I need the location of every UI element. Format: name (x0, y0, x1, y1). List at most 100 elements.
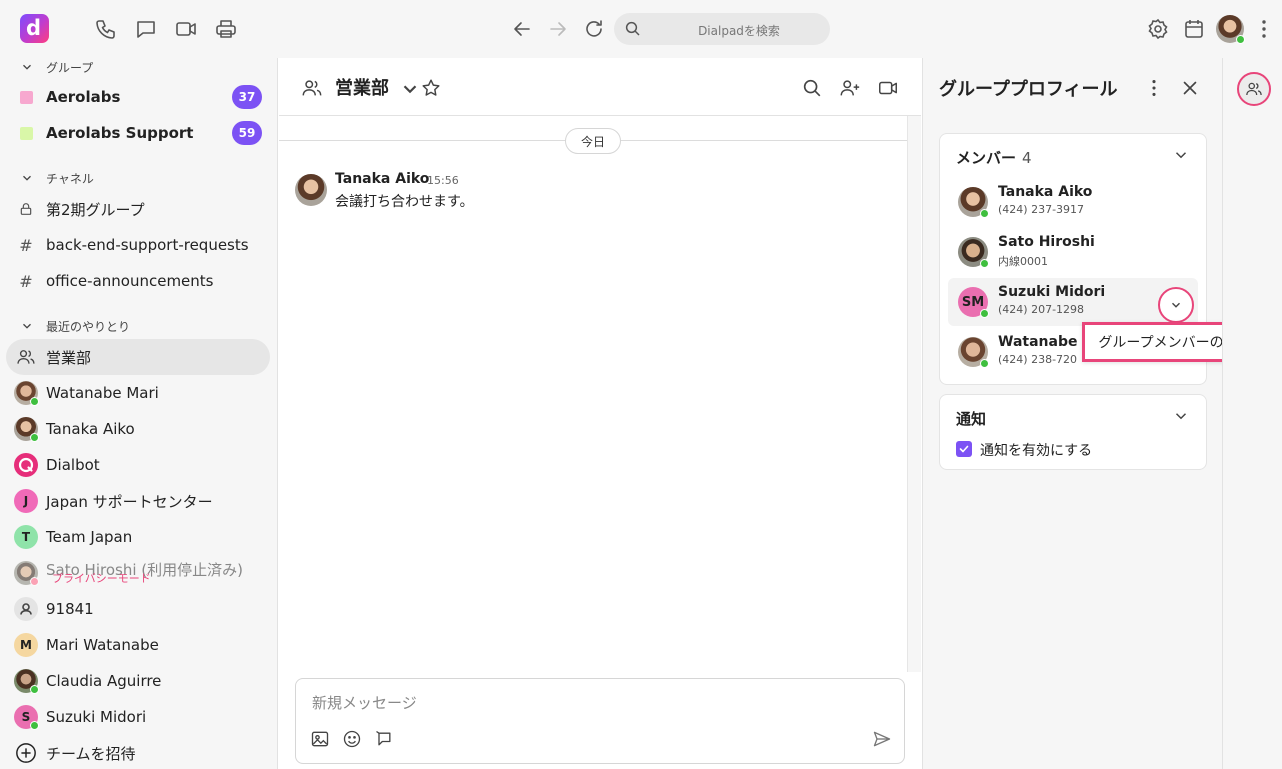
sidebar-item-tanaka-aiko[interactable]: Tanaka Aiko (6, 411, 270, 447)
sidebar-item-claudia-aguirre[interactable]: Claudia Aguirre (6, 663, 270, 699)
emoji-icon[interactable] (342, 729, 362, 749)
avatar: J (14, 489, 38, 513)
group-color-swatch (19, 126, 33, 140)
right-rail (1222, 58, 1282, 769)
plus-circle-icon (14, 741, 38, 765)
avatar (14, 669, 39, 694)
video-icon[interactable] (174, 17, 198, 41)
online-status-dot (30, 433, 39, 442)
panel-title: グループプロフィール (939, 79, 1118, 100)
sidebar: グループ Aerolabs 37 Aerolabs Support 59 チャネ… (0, 58, 278, 769)
star-icon[interactable] (420, 77, 442, 99)
privacy-mode-label: プライバシーモード (52, 572, 151, 585)
settings-icon[interactable] (1146, 17, 1170, 41)
message-input[interactable] (312, 691, 872, 715)
printer-icon[interactable] (214, 17, 238, 41)
close-icon[interactable] (1179, 77, 1201, 99)
member-options-button[interactable] (1158, 287, 1194, 323)
sidebar-item-dialbot[interactable]: Dialbot (6, 447, 270, 483)
members-header[interactable]: メンバー 4 (956, 147, 1032, 168)
calendar-icon[interactable] (1182, 17, 1206, 41)
avatar (958, 187, 989, 218)
message-author[interactable]: Tanaka Aiko (335, 171, 429, 187)
chat-header: 営業部 (279, 58, 921, 116)
user-avatar[interactable] (1216, 15, 1245, 44)
more-icon[interactable] (1252, 17, 1276, 41)
sidebar-item-mari-watanabe[interactable]: M Mari Watanabe (6, 627, 270, 663)
member-row[interactable]: Sato Hiroshi 内線0001 (948, 228, 1198, 276)
refresh-icon[interactable] (582, 17, 606, 41)
sidebar-item-aerolabs-support[interactable]: Aerolabs Support 59 (6, 115, 270, 151)
online-status-dot (30, 721, 39, 730)
notifications-header[interactable]: 通知 (956, 408, 986, 429)
sidebar-item-japan-support-center[interactable]: J Japan サポートセンター (6, 483, 270, 519)
online-status-dot (980, 209, 989, 218)
message-avatar[interactable] (295, 174, 327, 206)
online-status-dot (30, 685, 39, 694)
search-bar[interactable]: Dialpadを検索 (614, 13, 830, 45)
sidebar-item-sato-hiroshi[interactable]: Sato Hiroshi (利用停止済み) プライバシーモード (6, 555, 270, 591)
chevron-down-icon[interactable] (399, 78, 417, 94)
back-arrow-icon[interactable] (510, 17, 534, 41)
top-bar: d Dialpadを検索 (0, 0, 1282, 58)
scrollbar[interactable] (907, 116, 921, 672)
avatar: T (14, 525, 38, 549)
sidebar-item-channel-announcements[interactable]: # office-announcements (6, 263, 270, 299)
gif-sticker-icon[interactable] (374, 729, 394, 749)
sidebar-item-channel-2nd-group[interactable]: 第2期グループ (6, 191, 270, 227)
avatar: S (14, 705, 39, 730)
forward-arrow-icon[interactable] (546, 17, 570, 41)
sidebar-item-suzuki-midori[interactable]: S Suzuki Midori (6, 699, 270, 735)
avatar (958, 237, 989, 268)
group-icon (301, 77, 323, 99)
chevron-down-icon[interactable] (1172, 407, 1190, 425)
chat-title[interactable]: 営業部 (335, 74, 389, 100)
person-icon (14, 597, 38, 621)
chevron-down-icon (23, 175, 31, 181)
group-profile-toggle-button[interactable] (1237, 72, 1271, 106)
online-status-dot (980, 309, 989, 318)
online-status-dot (30, 397, 39, 406)
chevron-down-icon[interactable] (1172, 146, 1190, 164)
add-member-icon[interactable] (839, 77, 861, 99)
video-icon[interactable] (877, 77, 899, 99)
avatar (14, 381, 39, 406)
recent-section-header[interactable]: 最近のやりとり (20, 317, 130, 335)
avatar (958, 337, 989, 368)
phone-icon[interactable] (94, 17, 118, 41)
date-label: 今日 (565, 128, 621, 154)
checkmark-icon (959, 445, 969, 453)
chat-icon[interactable] (134, 17, 158, 41)
lock-icon (14, 197, 38, 221)
sidebar-item-watanabe-mari[interactable]: Watanabe Mari (6, 375, 270, 411)
chevron-down-icon (23, 64, 31, 70)
search-placeholder: Dialpadを検索 (698, 24, 780, 38)
groups-section-header[interactable]: グループ (20, 58, 93, 76)
unread-badge: 37 (232, 85, 262, 109)
search-icon[interactable] (801, 77, 823, 99)
message-composer (295, 678, 905, 764)
hash-icon: # (19, 235, 33, 255)
notifications-checkbox-label[interactable]: 通知を有効にする (980, 440, 1092, 460)
notifications-checkbox[interactable] (956, 441, 972, 457)
sidebar-item-91841[interactable]: 91841 (6, 591, 270, 627)
sidebar-item-team-japan[interactable]: T Team Japan (6, 519, 270, 555)
message-text: 会議打ち合わせます。 (335, 194, 474, 210)
member-row[interactable]: Tanaka Aiko (424) 237-3917 (948, 178, 1198, 226)
channels-section-header[interactable]: チャネル (20, 169, 94, 187)
chevron-down-icon (23, 323, 31, 329)
send-icon[interactable] (872, 729, 892, 749)
hash-icon: # (19, 271, 33, 291)
more-icon[interactable] (1143, 77, 1165, 99)
sidebar-item-aerolabs[interactable]: Aerolabs 37 (6, 79, 270, 115)
avatar (14, 561, 39, 586)
group-icon (14, 345, 38, 369)
sidebar-item-sales-dept[interactable]: 営業部 (6, 339, 270, 375)
image-icon[interactable] (310, 729, 330, 749)
sidebar-item-channel-backend[interactable]: # back-end-support-requests (6, 227, 270, 263)
message-list: 今日 Tanaka Aiko 15:56 会議打ち合わせます。 (279, 116, 907, 672)
dialbot-icon (14, 453, 38, 477)
search-icon (624, 20, 642, 38)
invite-team-button[interactable]: チームを招待 (6, 735, 270, 769)
dialpad-logo[interactable]: d (20, 14, 49, 43)
